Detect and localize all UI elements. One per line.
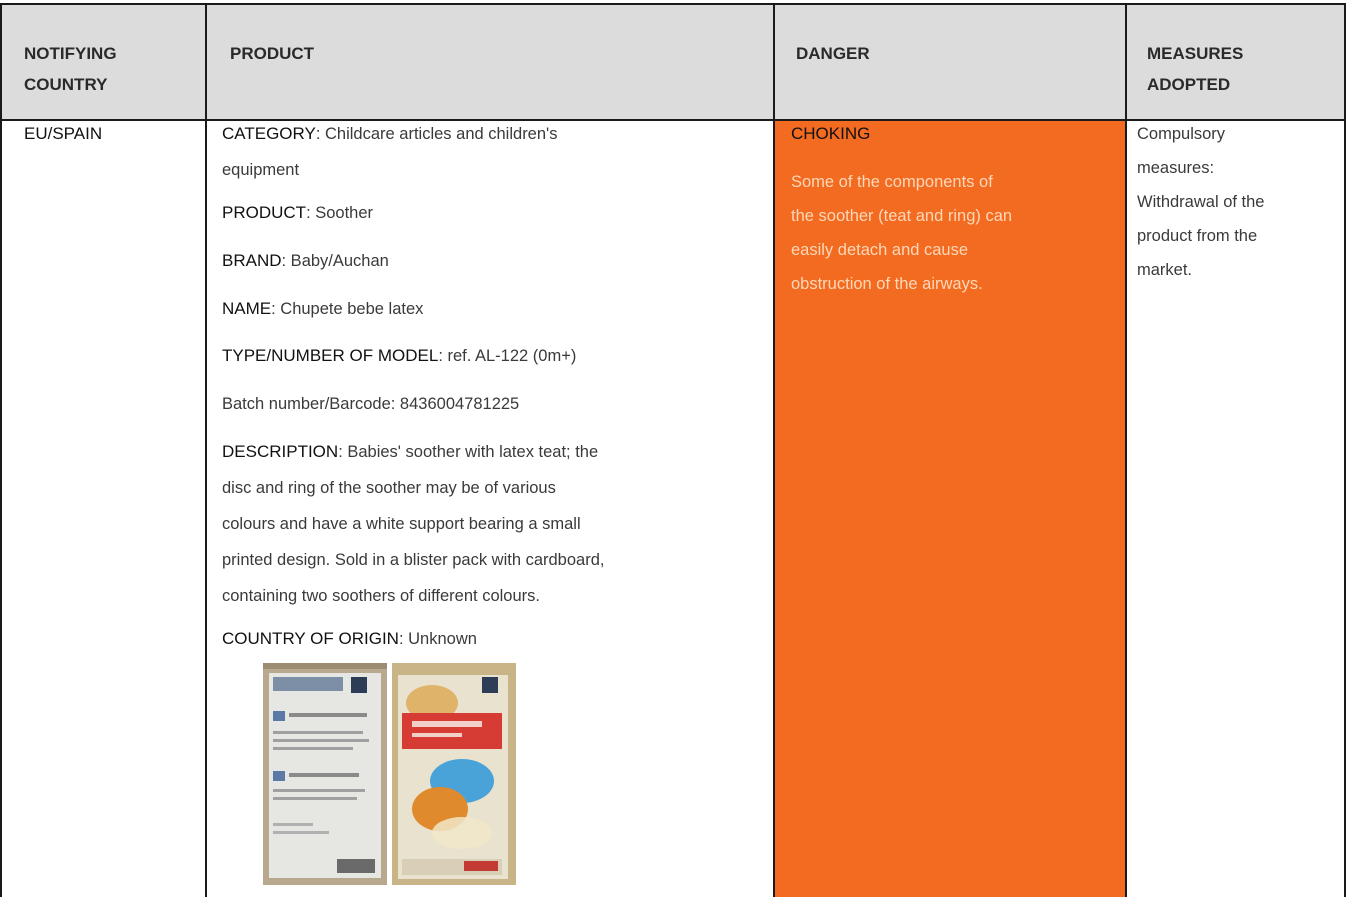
header-product: PRODUCT — [230, 44, 315, 63]
measures-line-3: Withdrawal of the — [1137, 193, 1265, 211]
table-header-background — [0, 4, 1346, 120]
country-cell: EU/SPAIN — [24, 124, 103, 143]
danger-text-line-4: obstruction of the airways. — [791, 275, 983, 293]
category-line-2: equipment — [222, 161, 300, 179]
table-left-border — [0, 3, 2, 897]
measures-line-5: market. — [1137, 261, 1193, 279]
header-bottom-border — [0, 119, 1346, 121]
description-line-2: disc and ring of the soother may be of v… — [222, 479, 556, 497]
header-measures-adopted: MEASURES ADOPTED — [1147, 44, 1244, 94]
danger-title: CHOKING — [791, 124, 871, 143]
column-divider-3 — [1125, 3, 1127, 897]
measures-line-2: measures: — [1137, 159, 1215, 177]
danger-text-line-3: easily detach and cause — [791, 241, 969, 259]
measures-line-4: product from the — [1137, 227, 1258, 245]
batch-line: Batch number/Barcode: 8436004781225 — [222, 395, 520, 413]
category-line: CATEGORY: Childcare articles and childre… — [222, 124, 558, 143]
table-top-border — [0, 3, 1346, 5]
model-line: TYPE/NUMBER OF MODEL: ref. AL-122 (0m+) — [222, 346, 577, 365]
origin-line: COUNTRY OF ORIGIN: Unknown — [222, 629, 477, 648]
name-line: NAME: Chupete bebe latex — [222, 299, 424, 318]
danger-text-line-1: Some of the components of — [791, 173, 993, 191]
description-line-4: printed design. Sold in a blister pack w… — [222, 551, 605, 569]
danger-cell-background — [775, 120, 1125, 897]
description-line-3: colours and have a white support bearing… — [222, 515, 581, 533]
product-photo-front — [392, 663, 516, 885]
description-line-5: containing two soothers of different col… — [222, 587, 540, 605]
product-photo-back — [263, 663, 387, 885]
danger-text-line-2: the soother (teat and ring) can — [791, 207, 1013, 225]
header-danger: DANGER — [796, 44, 870, 63]
measures-line-1: Compulsory — [1137, 125, 1226, 143]
header-notifying-country: NOTIFYING COUNTRY — [24, 44, 117, 94]
brand-line: BRAND: Baby/Auchan — [222, 251, 389, 270]
description-line-1: DESCRIPTION: Babies' soother with latex … — [222, 442, 599, 461]
product-line: PRODUCT: Soother — [222, 203, 374, 222]
column-divider-2 — [773, 3, 775, 897]
column-divider-1 — [205, 3, 207, 897]
